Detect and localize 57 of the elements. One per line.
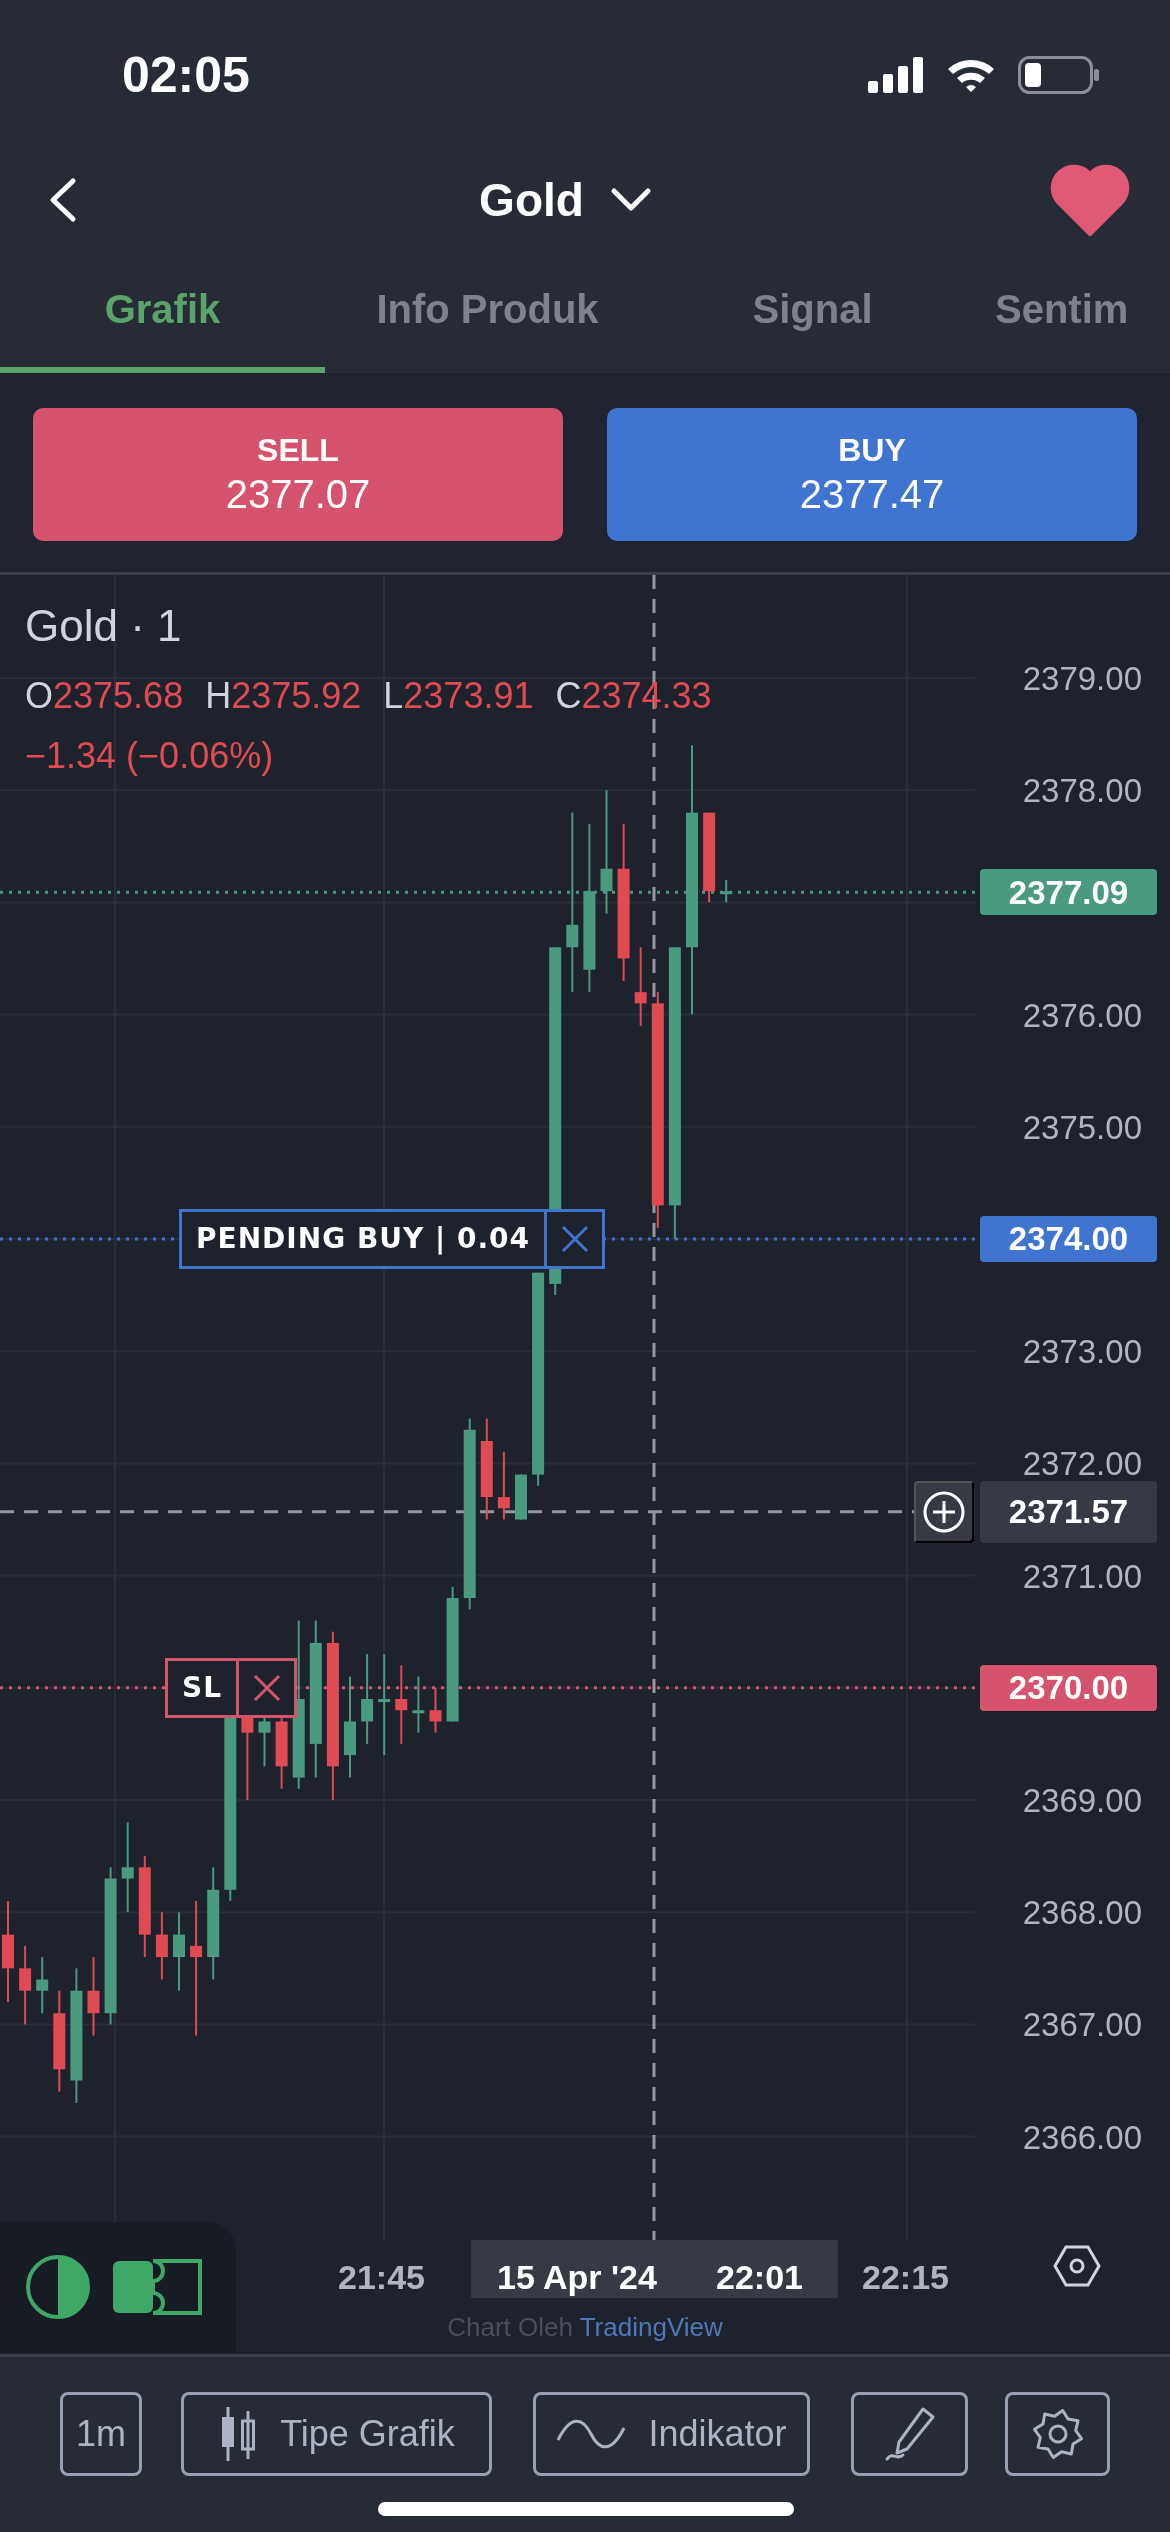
price-axis-label: 2368.00 [1022,1894,1142,1932]
instrument-selector[interactable]: Gold [479,165,652,235]
price-tag: 2371.57 [980,1480,1157,1543]
candle [720,878,733,904]
interval-button[interactable]: 1m [60,2392,142,2476]
price-axis-label: 2372.00 [1022,1445,1142,1483]
price-change: −1.34 (−0.06%) [25,734,275,778]
price-axis-label: 2378.00 [1022,772,1142,810]
price-axis-label: 2367.00 [1022,2006,1142,2044]
time-axis-label: 15 Apr '24 [497,2257,657,2298]
favorite-heart-button[interactable] [1050,164,1130,236]
settings-icon [1030,2407,1085,2461]
ohlc-value: H2375.92 [205,674,362,718]
time-axis-label: 22:15 [862,2257,949,2298]
price-axis-label: 2376.00 [1022,996,1142,1034]
buy-button[interactable]: BUY 2377.47 [607,408,1137,541]
candle [497,1451,510,1521]
price-tag: 2377.09 [980,869,1157,916]
candle [515,1473,527,1521]
signal-icon [868,57,924,93]
settings-button[interactable] [1005,2392,1110,2476]
status-time: 02:05 [122,45,250,105]
candle [429,1686,442,1734]
add-button[interactable] [914,1480,974,1543]
pending-order-label: PENDING BUY | 0.04 [195,1221,532,1257]
price-tag: 2370.00 [980,1664,1157,1711]
price-tag: 2374.00 [980,1216,1157,1262]
close-icon [251,1672,282,1703]
chart-type-button[interactable]: Tipe Grafik [181,2392,492,2476]
chevron-down-icon [609,187,652,213]
price-axis-label: 2366.00 [1022,2118,1142,2156]
ohlc-value: L2373.91 [383,674,534,718]
wifi-icon [946,57,996,93]
candle [155,1911,168,1981]
candle [412,1675,425,1734]
time-axis-label: 22:01 [716,2257,803,2298]
indicator-button[interactable]: Indikator [533,2392,810,2476]
stop-loss-label: SL [181,1669,223,1706]
price-axis-label: 2379.00 [1022,660,1142,697]
price-axis-label: 2369.00 [1022,1782,1142,1819]
tradingview-link[interactable]: TradingView [579,2312,723,2342]
tab[interactable]: Info Produk [325,250,650,373]
time-axis-label: 21:45 [338,2257,425,2298]
ohlc-value: O2375.68 [25,674,184,718]
close-icon [559,1224,590,1254]
price-axis-label: 2371.00 [1022,1557,1142,1595]
tab[interactable]: Signal [650,250,975,373]
hexagon-settings-icon[interactable] [1053,2244,1101,2288]
price-axis-label: 2373.00 [1022,1333,1142,1371]
battery-icon [1018,56,1100,94]
tab[interactable]: Sentim [975,250,1170,373]
ohlc-value: C2374.33 [555,674,712,718]
sell-button[interactable]: SELL 2377.07 [33,408,563,541]
price-axis-label: 2375.00 [1022,1108,1142,1146]
chart-title: Gold · 1 [25,600,183,652]
drawing-tool-button[interactable] [851,2392,968,2476]
candle [36,1956,49,2015]
